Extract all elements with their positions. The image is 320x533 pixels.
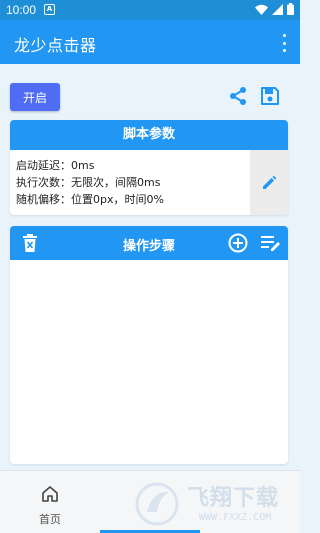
notification-icon: A — [44, 4, 55, 15]
script-params-card: 脚本参数 启动延迟：0ms 执行次数：无限次，间隔0ms 随机偏移：位置0px，… — [10, 120, 288, 215]
more-vert-icon[interactable] — [278, 34, 290, 52]
steps-header: 操作步骤 — [10, 226, 288, 260]
steps-card: 操作步骤 — [10, 226, 288, 464]
watermark-brand: 飞翔下载 — [187, 486, 280, 511]
pencil-icon — [263, 175, 277, 189]
signal-icon — [272, 3, 283, 15]
nav-item-label: 首页 — [39, 513, 61, 526]
app-bar: 龙少点击器 — [0, 20, 300, 64]
param-start-delay: 启动延迟：0ms — [16, 159, 95, 172]
status-time: 10:00 — [6, 3, 37, 17]
start-button[interactable]: 开启 — [10, 83, 60, 111]
watermark-logo-icon — [135, 482, 179, 526]
status-indicators — [255, 3, 294, 15]
share-icon[interactable] — [228, 86, 248, 106]
watermark-url: WWW.FXXZ.COM — [199, 512, 272, 523]
save-icon[interactable] — [260, 86, 280, 106]
battery-icon — [287, 3, 294, 15]
playlist-edit-icon[interactable] — [260, 233, 282, 253]
wifi-icon — [255, 4, 268, 15]
steps-list[interactable] — [10, 260, 288, 464]
home-icon — [42, 486, 58, 502]
edit-params-button[interactable] — [250, 150, 288, 215]
param-exec-count: 执行次数：无限次，间隔0ms — [16, 176, 161, 189]
nav-item-home[interactable]: 首页 — [20, 471, 80, 533]
param-random-offset: 随机偏移：位置0px，时间0% — [16, 193, 164, 206]
watermark: 飞翔下载 WWW.FXXZ.COM — [135, 478, 295, 530]
params-body: 启动延迟：0ms 执行次数：无限次，间隔0ms 随机偏移：位置0px，时间0% — [10, 150, 288, 215]
status-bar: 10:00 A — [0, 0, 300, 20]
params-title: 脚本参数 — [10, 120, 288, 150]
app-title: 龙少点击器 — [14, 36, 97, 55]
add-circle-icon[interactable] — [228, 233, 248, 253]
